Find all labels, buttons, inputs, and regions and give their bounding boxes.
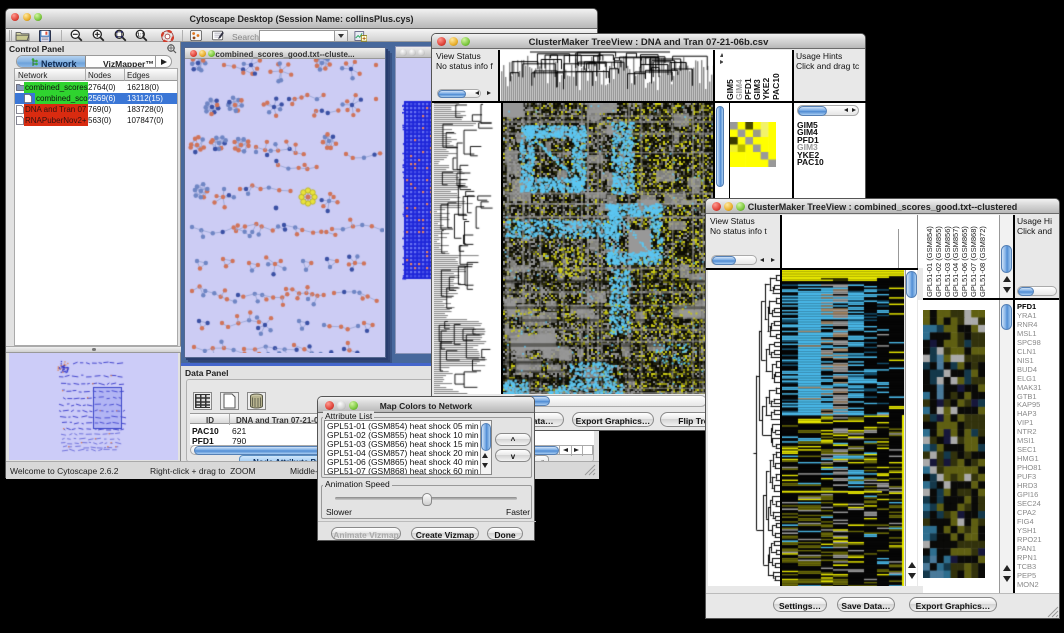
svg-text:1:1: 1:1 bbox=[137, 32, 144, 38]
